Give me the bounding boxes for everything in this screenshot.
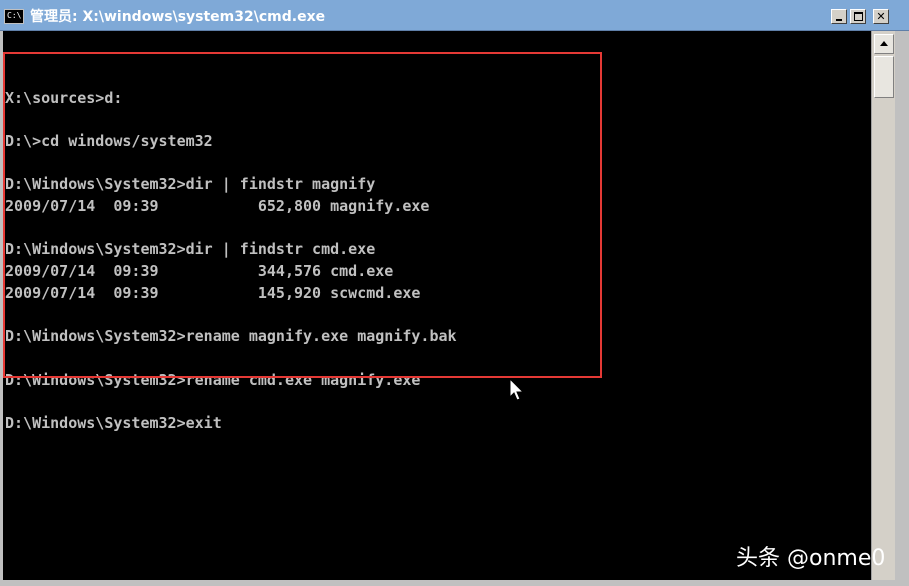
window-title: 管理员: X:\windows\system32\cmd.exe <box>30 9 326 25</box>
console-line: D:\Windows\System32>exit <box>5 414 222 432</box>
minimize-button[interactable] <box>831 9 847 24</box>
mouse-pointer-icon <box>509 378 525 401</box>
maximize-button[interactable] <box>850 9 866 24</box>
vertical-scrollbar[interactable] <box>871 31 895 580</box>
window-frame-right <box>895 31 909 586</box>
cmd-app-icon[interactable]: C:\ <box>4 9 24 24</box>
watermark: 头条 @onme0 <box>736 546 886 571</box>
scroll-up-button[interactable] <box>874 34 894 54</box>
close-button[interactable]: ✕ <box>873 9 889 24</box>
window-frame-bottom <box>0 580 909 586</box>
scroll-thumb[interactable] <box>874 56 894 98</box>
cmd-icon-label: C:\ <box>7 11 22 20</box>
title-bar[interactable]: C:\ 管理员: X:\windows\system32\cmd.exe ✕ <box>0 0 909 31</box>
highlight-box <box>3 52 602 378</box>
